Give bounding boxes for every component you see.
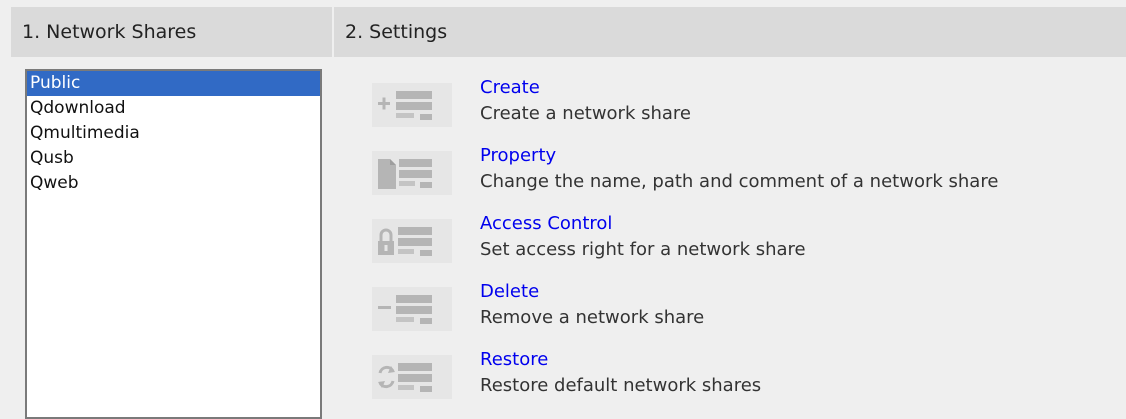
delete-description: Remove a network share xyxy=(480,307,705,328)
network-shares-list[interactable]: Public Qdownload Qmultimedia Qusb Qweb xyxy=(25,69,322,419)
access-control-link[interactable]: Access Control xyxy=(480,213,612,234)
network-shares-header: 1. Network Shares xyxy=(11,7,332,57)
property-link[interactable]: Property xyxy=(480,145,556,166)
access-control-description: Set access right for a network share xyxy=(480,239,806,260)
delete-action[interactable]: Delete Remove a network share xyxy=(372,281,1122,343)
settings-header-label: 2. Settings xyxy=(345,21,448,43)
share-item-qdownload[interactable]: Qdownload xyxy=(27,96,320,121)
property-share-icon[interactable] xyxy=(372,151,452,195)
access-control-action[interactable]: Access Control Set access right for a ne… xyxy=(372,213,1122,275)
create-action[interactable]: Create Create a network share xyxy=(372,77,1122,139)
delete-link[interactable]: Delete xyxy=(480,281,539,302)
settings-header: 2. Settings xyxy=(334,7,1126,57)
create-description: Create a network share xyxy=(480,103,691,124)
delete-share-icon[interactable] xyxy=(372,287,452,331)
create-link[interactable]: Create xyxy=(480,77,540,98)
network-shares-header-label: 1. Network Shares xyxy=(22,21,197,43)
property-description: Change the name, path and comment of a n… xyxy=(480,171,999,192)
share-item-qmultimedia[interactable]: Qmultimedia xyxy=(27,121,320,146)
share-item-public[interactable]: Public xyxy=(27,71,320,96)
restore-description: Restore default network shares xyxy=(480,375,762,396)
create-share-icon[interactable] xyxy=(372,83,452,127)
property-action[interactable]: Property Change the name, path and comme… xyxy=(372,145,1122,207)
access-control-lock-icon[interactable] xyxy=(372,219,452,263)
restore-share-icon[interactable] xyxy=(372,355,452,399)
share-item-qusb[interactable]: Qusb xyxy=(27,146,320,171)
restore-link[interactable]: Restore xyxy=(480,349,548,370)
restore-action[interactable]: Restore Restore default network shares xyxy=(372,349,1122,411)
share-item-qweb[interactable]: Qweb xyxy=(27,171,320,196)
